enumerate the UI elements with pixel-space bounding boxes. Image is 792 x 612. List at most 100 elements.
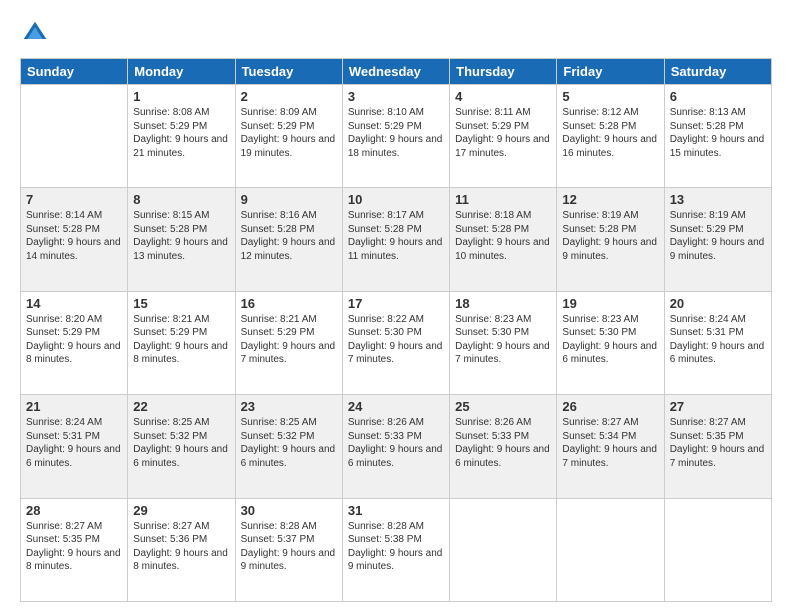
cell-info: Sunrise: 8:28 AMSunset: 5:37 PMDaylight:… xyxy=(241,520,337,574)
cell-info: Sunrise: 8:20 AMSunset: 5:29 PMDaylight:… xyxy=(26,313,122,367)
cell-info: Sunrise: 8:24 AMSunset: 5:31 PMDaylight:… xyxy=(670,313,766,367)
day-number: 23 xyxy=(241,399,337,414)
weekday-header: Thursday xyxy=(450,59,557,85)
day-number: 24 xyxy=(348,399,444,414)
day-number: 14 xyxy=(26,296,122,311)
cell-info: Sunrise: 8:27 AMSunset: 5:36 PMDaylight:… xyxy=(133,520,229,574)
calendar-cell: 29 Sunrise: 8:27 AMSunset: 5:36 PMDayligh… xyxy=(128,498,235,601)
cell-info: Sunrise: 8:16 AMSunset: 5:28 PMDaylight:… xyxy=(241,209,337,263)
calendar-cell: 3 Sunrise: 8:10 AMSunset: 5:29 PMDaylight… xyxy=(342,85,449,188)
calendar-cell: 30 Sunrise: 8:28 AMSunset: 5:37 PMDayligh… xyxy=(235,498,342,601)
calendar-header-row: SundayMondayTuesdayWednesdayThursdayFrid… xyxy=(21,59,772,85)
cell-info: Sunrise: 8:15 AMSunset: 5:28 PMDaylight:… xyxy=(133,209,229,263)
day-number: 27 xyxy=(670,399,766,414)
day-number: 29 xyxy=(133,503,229,518)
calendar-cell: 13 Sunrise: 8:19 AMSunset: 5:29 PMDayligh… xyxy=(664,188,771,291)
day-number: 28 xyxy=(26,503,122,518)
calendar-cell: 17 Sunrise: 8:22 AMSunset: 5:30 PMDayligh… xyxy=(342,291,449,394)
calendar-week-row: 7 Sunrise: 8:14 AMSunset: 5:28 PMDaylight… xyxy=(21,188,772,291)
cell-info: Sunrise: 8:23 AMSunset: 5:30 PMDaylight:… xyxy=(455,313,551,367)
day-number: 26 xyxy=(562,399,658,414)
cell-info: Sunrise: 8:10 AMSunset: 5:29 PMDaylight:… xyxy=(348,106,444,160)
day-number: 10 xyxy=(348,192,444,207)
cell-info: Sunrise: 8:14 AMSunset: 5:28 PMDaylight:… xyxy=(26,209,122,263)
calendar-cell: 27 Sunrise: 8:27 AMSunset: 5:35 PMDayligh… xyxy=(664,395,771,498)
cell-info: Sunrise: 8:26 AMSunset: 5:33 PMDaylight:… xyxy=(455,416,551,470)
day-number: 16 xyxy=(241,296,337,311)
logo-icon xyxy=(20,18,50,48)
page: SundayMondayTuesdayWednesdayThursdayFrid… xyxy=(0,0,792,612)
calendar-cell: 6 Sunrise: 8:13 AMSunset: 5:28 PMDaylight… xyxy=(664,85,771,188)
cell-info: Sunrise: 8:27 AMSunset: 5:34 PMDaylight:… xyxy=(562,416,658,470)
day-number: 22 xyxy=(133,399,229,414)
weekday-header: Monday xyxy=(128,59,235,85)
cell-info: Sunrise: 8:23 AMSunset: 5:30 PMDaylight:… xyxy=(562,313,658,367)
calendar-week-row: 21Sunrise: 8:24 AMSunset: 5:31 PMDayligh… xyxy=(21,395,772,498)
cell-info: Sunrise: 8:18 AMSunset: 5:28 PMDaylight:… xyxy=(455,209,551,263)
day-number: 30 xyxy=(241,503,337,518)
calendar-cell: 7 Sunrise: 8:14 AMSunset: 5:28 PMDaylight… xyxy=(21,188,128,291)
cell-info: Sunrise: 8:22 AMSunset: 5:30 PMDaylight:… xyxy=(348,313,444,367)
calendar-table: SundayMondayTuesdayWednesdayThursdayFrid… xyxy=(20,58,772,602)
cell-info: Sunrise: 8:21 AMSunset: 5:29 PMDaylight:… xyxy=(133,313,229,367)
calendar-cell: 21Sunrise: 8:24 AMSunset: 5:31 PMDayligh… xyxy=(21,395,128,498)
calendar-cell: 20 Sunrise: 8:24 AMSunset: 5:31 PMDayligh… xyxy=(664,291,771,394)
cell-info: Sunrise: 8:13 AMSunset: 5:28 PMDaylight:… xyxy=(670,106,766,160)
weekday-header: Tuesday xyxy=(235,59,342,85)
weekday-header: Friday xyxy=(557,59,664,85)
cell-info: Sunrise: 8:26 AMSunset: 5:33 PMDaylight:… xyxy=(348,416,444,470)
day-number: 12 xyxy=(562,192,658,207)
day-number: 19 xyxy=(562,296,658,311)
calendar-cell: 8 Sunrise: 8:15 AMSunset: 5:28 PMDaylight… xyxy=(128,188,235,291)
cell-info: Sunrise: 8:27 AMSunset: 5:35 PMDaylight:… xyxy=(670,416,766,470)
cell-info: Sunrise: 8:25 AMSunset: 5:32 PMDaylight:… xyxy=(241,416,337,470)
calendar-cell: 24 Sunrise: 8:26 AMSunset: 5:33 PMDayligh… xyxy=(342,395,449,498)
calendar-cell: 18 Sunrise: 8:23 AMSunset: 5:30 PMDayligh… xyxy=(450,291,557,394)
calendar-cell: 9 Sunrise: 8:16 AMSunset: 5:28 PMDaylight… xyxy=(235,188,342,291)
calendar-cell: 10 Sunrise: 8:17 AMSunset: 5:28 PMDayligh… xyxy=(342,188,449,291)
calendar-cell xyxy=(21,85,128,188)
cell-info: Sunrise: 8:11 AMSunset: 5:29 PMDaylight:… xyxy=(455,106,551,160)
day-number: 8 xyxy=(133,192,229,207)
calendar-cell: 11 Sunrise: 8:18 AMSunset: 5:28 PMDayligh… xyxy=(450,188,557,291)
calendar-cell: 25Sunrise: 8:26 AMSunset: 5:33 PMDayligh… xyxy=(450,395,557,498)
calendar-cell: 22 Sunrise: 8:25 AMSunset: 5:32 PMDayligh… xyxy=(128,395,235,498)
day-number: 15 xyxy=(133,296,229,311)
day-number: 3 xyxy=(348,89,444,104)
calendar-cell xyxy=(557,498,664,601)
cell-info: Sunrise: 8:25 AMSunset: 5:32 PMDaylight:… xyxy=(133,416,229,470)
calendar-week-row: 14 Sunrise: 8:20 AMSunset: 5:29 PMDayligh… xyxy=(21,291,772,394)
calendar-cell: 23 Sunrise: 8:25 AMSunset: 5:32 PMDayligh… xyxy=(235,395,342,498)
day-number: 1 xyxy=(133,89,229,104)
day-number: 20 xyxy=(670,296,766,311)
day-number: 5 xyxy=(562,89,658,104)
calendar-cell xyxy=(664,498,771,601)
cell-info: Sunrise: 8:19 AMSunset: 5:29 PMDaylight:… xyxy=(670,209,766,263)
cell-info: Sunrise: 8:19 AMSunset: 5:28 PMDaylight:… xyxy=(562,209,658,263)
calendar-cell: 14 Sunrise: 8:20 AMSunset: 5:29 PMDayligh… xyxy=(21,291,128,394)
calendar-cell: 28Sunrise: 8:27 AMSunset: 5:35 PMDayligh… xyxy=(21,498,128,601)
cell-info: Sunrise: 8:28 AMSunset: 5:38 PMDaylight:… xyxy=(348,520,444,574)
calendar-week-row: 28Sunrise: 8:27 AMSunset: 5:35 PMDayligh… xyxy=(21,498,772,601)
day-number: 4 xyxy=(455,89,551,104)
day-number: 18 xyxy=(455,296,551,311)
day-number: 11 xyxy=(455,192,551,207)
day-number: 9 xyxy=(241,192,337,207)
weekday-header: Wednesday xyxy=(342,59,449,85)
calendar-cell: 31 Sunrise: 8:28 AMSunset: 5:38 PMDayligh… xyxy=(342,498,449,601)
weekday-header: Saturday xyxy=(664,59,771,85)
day-number: 13 xyxy=(670,192,766,207)
day-number: 2 xyxy=(241,89,337,104)
calendar-cell: 5Sunrise: 8:12 AMSunset: 5:28 PMDaylight… xyxy=(557,85,664,188)
header xyxy=(20,18,772,48)
cell-info: Sunrise: 8:09 AMSunset: 5:29 PMDaylight:… xyxy=(241,106,337,160)
day-number: 6 xyxy=(670,89,766,104)
day-number: 7 xyxy=(26,192,122,207)
cell-info: Sunrise: 8:17 AMSunset: 5:28 PMDaylight:… xyxy=(348,209,444,263)
day-number: 17 xyxy=(348,296,444,311)
calendar-cell xyxy=(450,498,557,601)
calendar-cell: 26 Sunrise: 8:27 AMSunset: 5:34 PMDayligh… xyxy=(557,395,664,498)
day-number: 21 xyxy=(26,399,122,414)
day-number: 31 xyxy=(348,503,444,518)
calendar-cell: 19 Sunrise: 8:23 AMSunset: 5:30 PMDayligh… xyxy=(557,291,664,394)
